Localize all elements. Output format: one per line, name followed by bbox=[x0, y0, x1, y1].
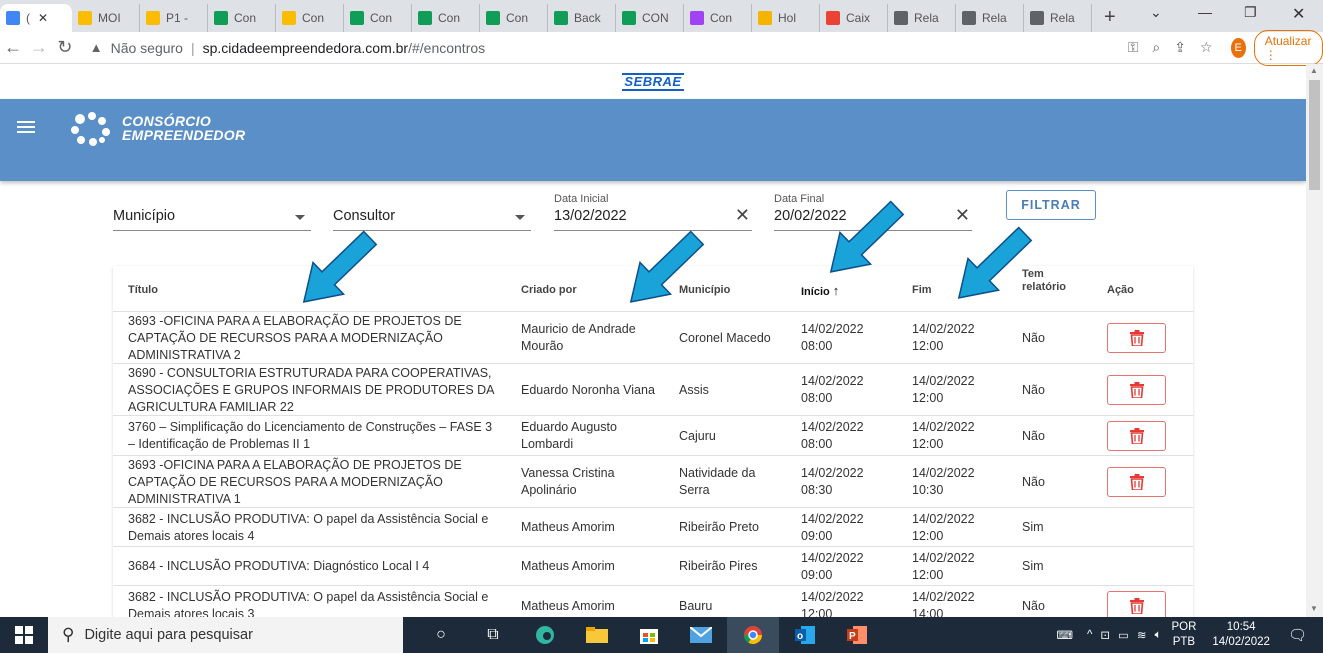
windows-start-icon[interactable] bbox=[0, 626, 48, 644]
arrow-to-criado-por-icon bbox=[614, 221, 714, 319]
battery-icon[interactable]: ▭ bbox=[1118, 628, 1129, 642]
clock[interactable]: 10:54 14/02/2022 bbox=[1212, 620, 1270, 650]
search-placeholder: Digite aqui para pesquisar bbox=[84, 627, 253, 643]
notifications-icon[interactable]: 🗨︎ bbox=[1288, 626, 1307, 644]
task-view-icon[interactable]: ⧉ bbox=[467, 617, 519, 653]
clock-time: 10:54 bbox=[1226, 621, 1256, 633]
arrow-to-titulo-icon bbox=[287, 221, 387, 319]
lang-line-1: POR bbox=[1171, 621, 1197, 633]
windows-taskbar: ⚲ Digite aqui para pesquisar ○ ⧉ o P ⌨ ^… bbox=[0, 617, 1323, 653]
search-icon: ⚲ bbox=[62, 625, 75, 644]
arrow-to-fim-icon bbox=[942, 217, 1042, 315]
file-explorer-icon[interactable] bbox=[571, 617, 623, 653]
volume-icon[interactable]: 🔈︎ bbox=[1155, 629, 1162, 642]
keyboard-icon[interactable]: ⌨ bbox=[1056, 628, 1073, 642]
outlook-icon[interactable]: o bbox=[779, 617, 831, 653]
arrow-to-inicio-icon bbox=[814, 191, 914, 289]
language-indicator[interactable]: POR PTB bbox=[1171, 620, 1196, 650]
scroll-up-icon[interactable]: ▲ bbox=[1310, 66, 1318, 75]
edge-icon[interactable] bbox=[519, 617, 571, 653]
annotation-arrows bbox=[287, 191, 1042, 319]
cortana-icon[interactable]: ○ bbox=[415, 617, 467, 653]
store-icon[interactable] bbox=[623, 617, 675, 653]
system-tray: ⌨ ^ ⊡ ▭ ≋ 🔈︎ POR PTB 10:54 14/02/2022 🗨︎ bbox=[1056, 617, 1323, 653]
svg-text:o: o bbox=[797, 631, 803, 642]
scroll-down-icon[interactable]: ▼ bbox=[1310, 604, 1318, 613]
lang-line-2: PTB bbox=[1172, 636, 1196, 648]
page-scrollbar[interactable]: ▲ ▼ bbox=[1306, 64, 1323, 617]
wifi-icon[interactable]: ≋ bbox=[1137, 628, 1147, 642]
powerpoint-icon[interactable]: P bbox=[831, 617, 883, 653]
chrome-icon[interactable] bbox=[727, 617, 779, 653]
network-icon[interactable]: ⊡ bbox=[1100, 628, 1110, 642]
clock-date: 14/02/2022 bbox=[1212, 636, 1270, 648]
taskbar-search[interactable]: ⚲ Digite aqui para pesquisar bbox=[48, 617, 403, 653]
scroll-thumb[interactable] bbox=[1309, 80, 1320, 190]
svg-text:P: P bbox=[849, 631, 856, 642]
mail-icon[interactable] bbox=[675, 617, 727, 653]
tray-chevron-icon[interactable]: ^ bbox=[1087, 629, 1092, 641]
